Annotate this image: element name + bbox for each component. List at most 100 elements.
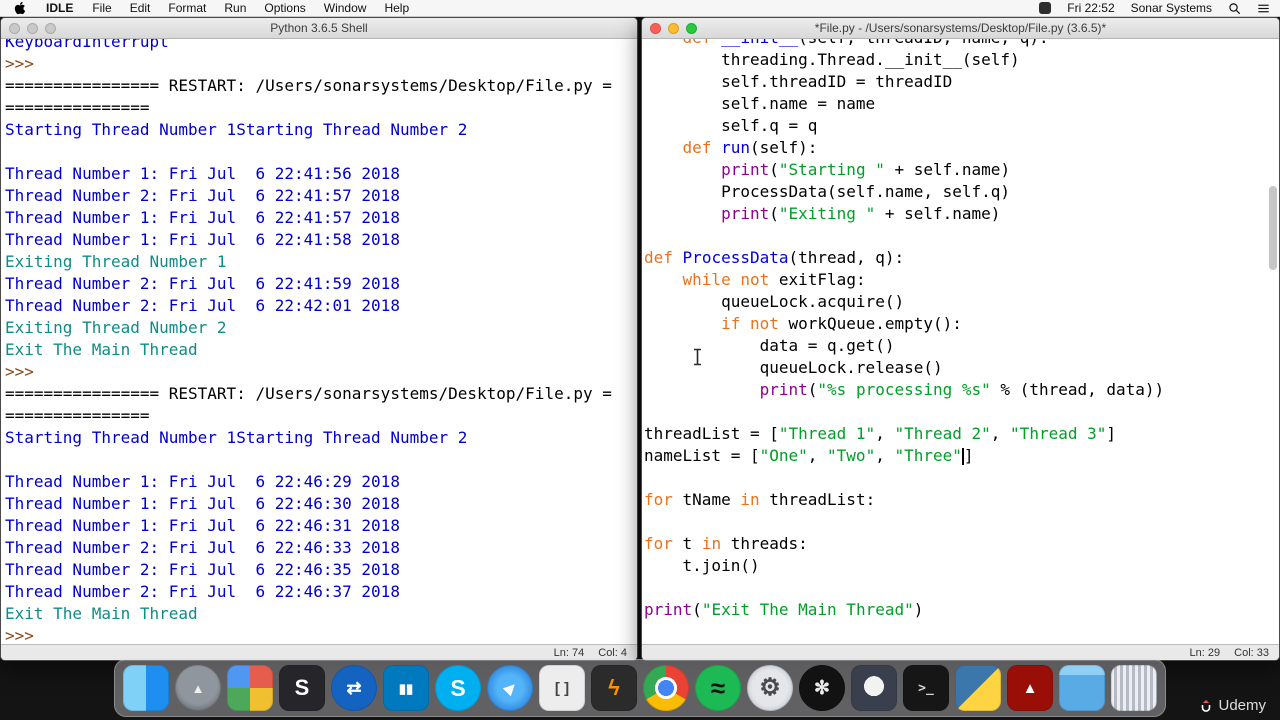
- dock-icon-github[interactable]: [851, 665, 897, 711]
- code-line: data = q.get(): [644, 336, 895, 355]
- menu-edit[interactable]: Edit: [121, 1, 160, 15]
- close-button[interactable]: [9, 23, 20, 34]
- shell-line-indicator: Ln: 74: [553, 646, 585, 659]
- code-line: Starting Thread Number 1Starting Thread …: [5, 428, 468, 447]
- code-line: Thread Number 1: Fri Jul 6 22:41:56 2018: [5, 164, 400, 183]
- dock-icon-s-dark-app[interactable]: S: [279, 665, 325, 711]
- dock-icon-obs[interactable]: ✻: [799, 665, 845, 711]
- udemy-watermark: Udemy: [1199, 697, 1266, 714]
- close-button[interactable]: [650, 23, 661, 34]
- code-line: >>>: [5, 626, 44, 644]
- dock-icon-spotify[interactable]: ≈: [695, 665, 741, 711]
- menu-help[interactable]: Help: [375, 1, 418, 15]
- dock-icon-skype[interactable]: S: [435, 665, 481, 711]
- apple-menu-icon[interactable]: [0, 1, 36, 15]
- editor-line-indicator: Ln: 29: [1189, 646, 1221, 659]
- zoom-button[interactable]: [686, 23, 697, 34]
- dock-icon-acrobat[interactable]: ▲: [1007, 665, 1053, 711]
- editor-window: *File.py - /Users/sonarsystems/Desktop/F…: [641, 17, 1280, 661]
- menu-window[interactable]: Window: [315, 1, 376, 15]
- menu-app-name[interactable]: IDLE: [36, 1, 83, 15]
- code-line: Exit The Main Thread: [5, 604, 198, 623]
- editor-scrollbar[interactable]: [1269, 186, 1277, 270]
- dock-icon-chrome[interactable]: [643, 665, 689, 711]
- code-line: Thread Number 2: Fri Jul 6 22:46:35 2018: [5, 560, 400, 579]
- dock-icon-finder[interactable]: [123, 665, 169, 711]
- dock-icon-safari[interactable]: ▸: [487, 665, 533, 711]
- code-line: def __init__(self, threadID, name, q):: [644, 39, 1279, 49]
- dock-icon-lightning-app[interactable]: ϟ: [591, 665, 637, 711]
- lightning-app-glyph: ϟ: [608, 675, 620, 700]
- code-line: Thread Number 1: Fri Jul 6 22:46:31 2018: [5, 516, 400, 535]
- shell-window-controls: [9, 23, 56, 34]
- editor-col-indicator: Col: 33: [1234, 646, 1269, 659]
- menu-file[interactable]: File: [83, 1, 120, 15]
- code-line: def run(self):: [682, 138, 818, 157]
- code-line: Thread Number 2: Fri Jul 6 22:41:59 2018: [5, 274, 400, 293]
- code-line: Thread Number 2: Fri Jul 6 22:41:57 2018: [5, 186, 400, 205]
- shell-titlebar[interactable]: Python 3.6.5 Shell: [1, 18, 637, 39]
- skype-glyph: S: [450, 674, 466, 701]
- code-line: threadList = ["Thread 1", "Thread 2", "T…: [644, 424, 1117, 443]
- code-line: Starting Thread Number 1Starting Thread …: [5, 120, 468, 139]
- shell-output-area[interactable]: KeyboardInterrupt >>> ================ RE…: [1, 39, 637, 644]
- python-shell-window: Python 3.6.5 Shell KeyboardInterrupt >>> …: [0, 17, 638, 661]
- safari-glyph: ▸: [498, 676, 522, 700]
- trello-glyph: ▮▮: [398, 680, 414, 696]
- code-line: Exiting Thread Number 1: [5, 252, 227, 271]
- dock-icon-files-folder[interactable]: [1059, 665, 1105, 711]
- code-line: self.q = q: [644, 116, 818, 135]
- dock-icon-terminal[interactable]: >_: [903, 665, 949, 711]
- menubar-clock[interactable]: Fri 22:52: [1067, 1, 1114, 15]
- code-line: print("Exiting " + self.name): [721, 204, 1001, 223]
- menu-options[interactable]: Options: [255, 1, 314, 15]
- shell-window-title: Python 3.6.5 Shell: [270, 21, 368, 35]
- apple-logo-icon: [14, 1, 26, 15]
- menu-run[interactable]: Run: [215, 1, 255, 15]
- udemy-watermark-label: Udemy: [1218, 697, 1266, 714]
- editor-window-title: *File.py - /Users/sonarsystems/Desktop/F…: [814, 21, 1107, 35]
- dock-icon-tiles-app[interactable]: [227, 665, 273, 711]
- dock-icon-trash[interactable]: [1111, 665, 1157, 711]
- dock-icon-brackets[interactable]: [ ]: [539, 665, 585, 711]
- code-line: ===============: [5, 406, 150, 425]
- dock: ▲ S ⇄ ▮▮ S ▸ [ ] ϟ ≈ ⚙ ✻ >_ ▲: [114, 659, 1166, 717]
- code-line: Thread Number 1: Fri Jul 6 22:41:57 2018: [5, 208, 400, 227]
- code-line: while not exitFlag:: [682, 270, 866, 289]
- code-line: Thread Number 2: Fri Jul 6 22:46:33 2018: [5, 538, 400, 557]
- code-line: KeyboardInterrupt: [5, 39, 169, 51]
- code-line: ProcessData(self.name, self.q): [644, 182, 1011, 201]
- dock-icon-trello[interactable]: ▮▮: [383, 665, 429, 711]
- dock-icon-launchpad[interactable]: ▲: [175, 665, 221, 711]
- editor-titlebar[interactable]: *File.py - /Users/sonarsystems/Desktop/F…: [642, 18, 1279, 39]
- notification-center-icon[interactable]: [1257, 2, 1270, 15]
- ibeam-mouse-cursor: [692, 348, 703, 371]
- minimize-button[interactable]: [27, 23, 38, 34]
- spotify-glyph: ≈: [710, 673, 726, 703]
- spotlight-search-icon[interactable]: [1228, 2, 1241, 15]
- editor-text-area[interactable]: def __init__(self, threadID, name, q): t…: [642, 39, 1279, 644]
- code-line: ================ RESTART: /Users/sonarsy…: [5, 384, 612, 403]
- menubar-extra-icon[interactable]: [1039, 2, 1052, 14]
- code-line: t.join(): [644, 556, 760, 575]
- code-line: if not workQueue.empty():: [721, 314, 962, 333]
- dock-icon-system-preferences[interactable]: ⚙: [747, 665, 793, 711]
- menu-format[interactable]: Format: [159, 1, 215, 15]
- minimize-button[interactable]: [668, 23, 679, 34]
- menubar-user[interactable]: Sonar Systems: [1131, 1, 1212, 15]
- menu-items: File Edit Format Run Options Window Help: [83, 1, 418, 15]
- code-line: nameList = ["One", "Two", "Three"]: [644, 446, 974, 465]
- code-line: for tName in threadList:: [644, 490, 876, 509]
- dock-icon-python-idle[interactable]: [955, 665, 1001, 711]
- code-line: threading.Thread.__init__(self): [644, 50, 1020, 69]
- code-line: Thread Number 2: Fri Jul 6 22:46:37 2018: [5, 582, 400, 601]
- code-line: queueLock.release(): [644, 358, 943, 377]
- zoom-button[interactable]: [45, 23, 56, 34]
- code-line: Thread Number 1: Fri Jul 6 22:41:58 2018: [5, 230, 400, 249]
- s-dark-app-glyph: S: [294, 675, 310, 700]
- dock-icon-transfer-app[interactable]: ⇄: [331, 665, 377, 711]
